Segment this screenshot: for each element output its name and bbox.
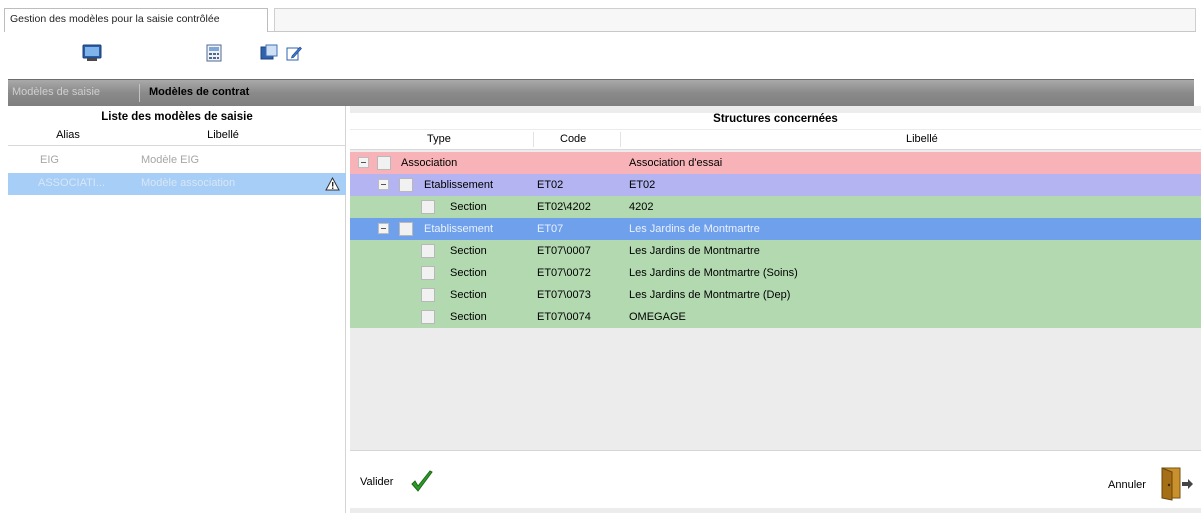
tree-row-section[interactable]: Section ET07\0074 OMEGAGE: [350, 306, 1201, 328]
tab-separator: [139, 84, 140, 102]
row-checkbox[interactable]: [421, 244, 435, 258]
column-header-alias[interactable]: Alias: [8, 128, 128, 146]
structures-header: Type Code Libellé: [350, 130, 1201, 150]
row-checkbox[interactable]: [421, 200, 435, 214]
column-header-status: [318, 128, 346, 146]
collapse-toggle[interactable]: [378, 223, 389, 234]
annuler-button[interactable]: Annuler: [1108, 465, 1198, 501]
model-row[interactable]: EIG Modèle EIG: [8, 150, 346, 172]
tree-row-etablissement-selected[interactable]: Etablissement ET07 Les Jardins de Montma…: [350, 218, 1201, 240]
row-type: Association: [401, 157, 458, 169]
row-libelle: OMEGAGE: [629, 311, 686, 323]
model-libelle: Modèle association: [141, 177, 236, 189]
tab-modeles-de-contrat[interactable]: Modèles de contrat: [149, 86, 249, 98]
annuler-label: Annuler: [1108, 479, 1146, 491]
row-type: Etablissement: [424, 179, 494, 191]
row-checkbox[interactable]: [421, 266, 435, 280]
row-checkbox[interactable]: [399, 178, 413, 192]
column-header-libelle[interactable]: Libellé: [128, 128, 318, 146]
row-libelle: Les Jardins de Montmartre: [629, 245, 760, 257]
title-divider: [268, 31, 1196, 32]
row-code: ET07\0072: [537, 267, 591, 279]
window-title: Gestion des modèles pour la saisie contr…: [10, 13, 220, 25]
column-header-libelle[interactable]: Libellé: [906, 133, 938, 145]
structures-panel: Structures concernées Type Code Libellé …: [350, 106, 1201, 513]
tree-row-etablissement[interactable]: Etablissement ET02 ET02: [350, 174, 1201, 196]
row-libelle: ET02: [629, 179, 656, 191]
row-type: Section: [450, 245, 487, 257]
tree-row-section[interactable]: Section ET02\4202 4202: [350, 196, 1201, 218]
row-code: ET07\0073: [537, 289, 591, 301]
model-libelle: Modèle EIG: [141, 154, 200, 166]
row-libelle: 4202: [629, 201, 654, 213]
tree-row-section[interactable]: Section ET07\0007 Les Jardins de Montmar…: [350, 240, 1201, 262]
row-code: ET07\0007: [537, 245, 591, 257]
window-icon[interactable]: [260, 44, 278, 62]
row-checkbox[interactable]: [421, 288, 435, 302]
model-list-title: Liste des modèles de saisie: [101, 111, 253, 123]
valider-label: Valider: [360, 476, 394, 488]
row-type: Etablissement: [424, 223, 494, 235]
calculator-icon[interactable]: [206, 44, 222, 62]
model-alias: EIG: [40, 154, 59, 166]
row-code: ET02\4202: [537, 201, 591, 213]
column-header-type[interactable]: Type: [427, 133, 451, 145]
row-code: ET07\0074: [537, 311, 591, 323]
column-header-code[interactable]: Code: [560, 133, 586, 145]
tab-bar: Modèles de saisie Modèles de contrat: [8, 79, 1194, 106]
action-bar: Valider Annuler: [350, 450, 1201, 508]
tree-row-section[interactable]: Section ET07\0072 Les Jardins de Montmar…: [350, 262, 1201, 284]
row-type: Section: [450, 289, 487, 301]
row-code: ET07: [537, 223, 564, 235]
structures-title: Structures concernées: [350, 113, 1201, 129]
edit-icon[interactable]: [286, 44, 302, 62]
warning-icon: [325, 177, 340, 191]
monitor-icon[interactable]: [82, 44, 102, 62]
collapse-toggle[interactable]: [378, 179, 389, 190]
tree-row-association[interactable]: Association Association d'essai: [350, 152, 1201, 174]
model-alias: ASSOCIATI...: [38, 177, 106, 189]
row-code: ET02: [537, 179, 564, 191]
row-checkbox[interactable]: [421, 310, 435, 324]
collapse-toggle[interactable]: [358, 157, 369, 168]
tree-row-section[interactable]: Section ET07\0073 Les Jardins de Montmar…: [350, 284, 1201, 306]
row-checkbox[interactable]: [377, 156, 391, 170]
exit-door-icon: [1161, 467, 1193, 501]
title-bar-filler: [274, 8, 1196, 32]
row-libelle: Les Jardins de Montmartre (Dep): [629, 289, 791, 301]
row-checkbox[interactable]: [399, 222, 413, 236]
row-libelle: Association d'essai: [629, 157, 723, 169]
row-libelle: Les Jardins de Montmartre (Soins): [629, 267, 798, 279]
row-libelle: Les Jardins de Montmartre: [629, 223, 760, 235]
row-type: Section: [450, 311, 487, 323]
window-title-tab[interactable]: Gestion des modèles pour la saisie contr…: [4, 8, 268, 32]
tab-modeles-de-saisie[interactable]: Modèles de saisie: [12, 86, 100, 98]
model-list-panel: Liste des modèles de saisie Alias Libell…: [8, 106, 346, 513]
checkmark-icon: [411, 470, 433, 492]
row-type: Section: [450, 267, 487, 279]
row-type: Section: [450, 201, 487, 213]
model-row-selected[interactable]: ASSOCIATI... Modèle association: [8, 173, 346, 195]
